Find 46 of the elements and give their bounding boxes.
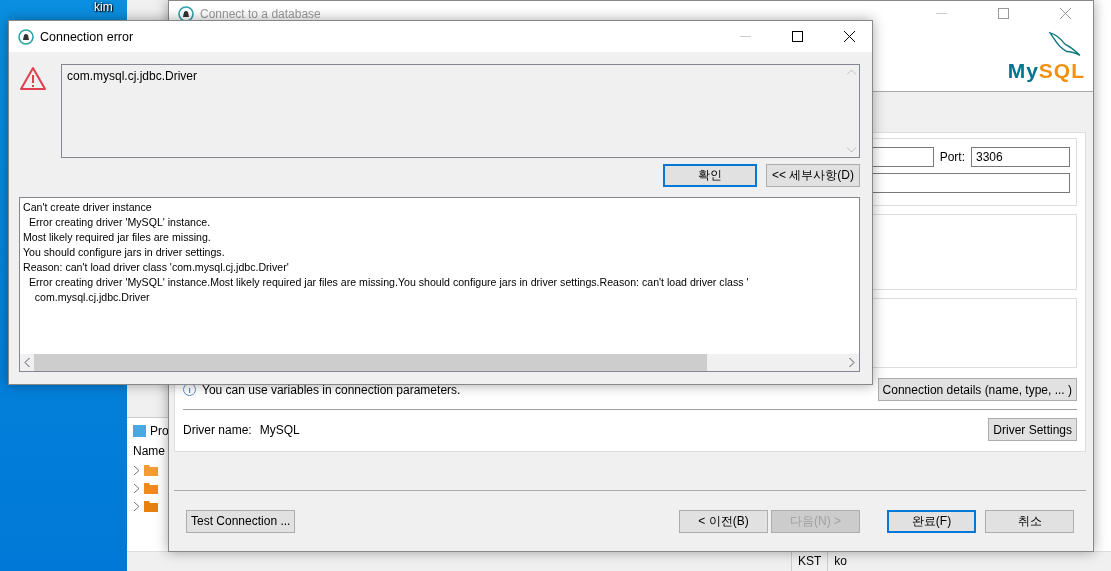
database-field[interactable] [870, 173, 1070, 193]
info-text: You can use variables in connection parameters. [202, 382, 461, 397]
detail-line: Reason: can't load driver class 'com.mysql.cj.jdbc.Driver' [23, 260, 290, 275]
connection-details-button[interactable]: Connection details (name, type, ... ) [877, 378, 1077, 401]
minimize-icon[interactable] [739, 36, 751, 37]
close-icon[interactable] [843, 31, 855, 42]
scroll-left-icon[interactable] [24, 358, 30, 367]
driver-label: Driver name: [183, 422, 252, 437]
user-label: kim [94, 0, 113, 14]
detail-line: Can't create driver instance [23, 200, 153, 215]
wizard-button[interactable]: < 이전(B) [679, 509, 768, 533]
dialog-button[interactable]: 확인 [663, 164, 757, 187]
host-field[interactable] [870, 147, 934, 167]
folder-icon [144, 482, 158, 494]
error-message: com.mysql.cj.jdbc.Driver [67, 69, 199, 85]
warning-icon [19, 66, 47, 91]
app-icon [18, 28, 34, 45]
chevron-icon[interactable] [133, 465, 140, 475]
driver-value: MySQL [259, 422, 300, 437]
mysql-logo: MySQL [1007, 31, 1085, 83]
detail-line: Most likely required jar files are missing. [23, 230, 212, 245]
minimize-icon[interactable] [935, 13, 947, 14]
folder-icon [144, 500, 158, 512]
folder-icon [144, 464, 158, 476]
column-header: Name [133, 444, 166, 458]
info-icon [183, 383, 196, 396]
test-connection-button[interactable]: Test Connection ... [186, 509, 296, 533]
window-title: Connect to a database [200, 6, 322, 21]
maximize-icon[interactable] [791, 31, 803, 42]
panel-icon [133, 425, 146, 437]
detail-line: Error creating driver 'MySQL' instance. [27, 215, 212, 230]
wizard-button[interactable]: 완료(F) [887, 509, 976, 533]
scroll-right-icon[interactable] [849, 358, 855, 367]
chevron-icon[interactable] [133, 501, 140, 511]
scrollbar-thumb[interactable] [34, 354, 708, 371]
dialog-button[interactable]: << 세부사항(D) [766, 164, 860, 187]
panel-tab[interactable]: Pro [150, 424, 169, 438]
detail-line: Error creating driver 'MySQL' instance.Most likely required jar files are missing.You should configure jars in driver settings.Reason: can't load driver class ' [27, 275, 750, 290]
detail-line: You should configure jars in driver settings. [23, 245, 226, 260]
dialog-title: Connection error [40, 29, 135, 44]
port-label: Port: [939, 150, 965, 164]
chevron-icon[interactable] [133, 483, 140, 493]
detail-line: com.mysql.cj.jdbc.Driver [33, 290, 151, 305]
wizard-button[interactable]: 취소 [985, 509, 1074, 533]
port-field[interactable]: 3306 [971, 147, 1070, 167]
driver-settings-button[interactable]: Driver Settings [988, 418, 1077, 441]
